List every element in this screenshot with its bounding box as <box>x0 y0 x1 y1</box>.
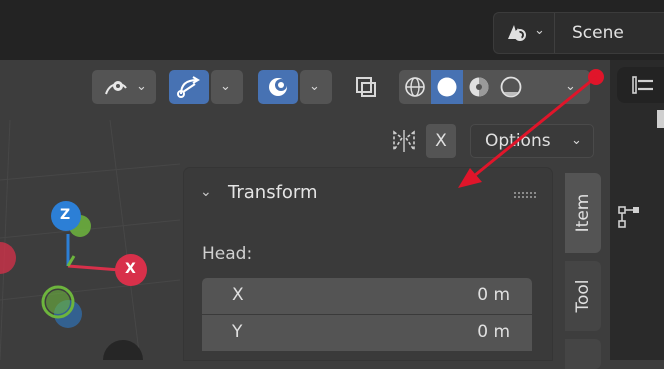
scene-icon <box>508 25 526 41</box>
shading-wireframe-button[interactable] <box>399 70 431 104</box>
xray-toggle-icon <box>356 77 376 97</box>
chevron-down-icon: ⌄ <box>136 79 147 94</box>
field-axis-label: Y <box>232 322 243 342</box>
outliner-icon-fragment <box>657 110 664 128</box>
transform-title: Transform <box>228 182 318 203</box>
shading-dropdown[interactable]: ⌄ <box>545 70 590 104</box>
field-value: 0 m <box>477 285 510 305</box>
overlay-toggle-icon <box>269 78 287 96</box>
overlay-toggle[interactable] <box>258 70 298 104</box>
mirror-butterfly-icon <box>393 130 415 153</box>
head-label: Head: <box>202 244 253 264</box>
chevron-down-icon: ⌄ <box>200 184 212 200</box>
rendered-sphere-icon <box>500 76 522 98</box>
gizmo-z-label: Z <box>60 207 71 223</box>
object-data-icon <box>618 206 639 228</box>
drag-grip-icon[interactable] <box>514 192 536 198</box>
shading-solid-button[interactable] <box>431 70 463 104</box>
chevron-down-icon: ⌄ <box>534 23 545 38</box>
shading-mode-group: ⌄ <box>399 70 590 104</box>
chevron-down-icon: ⌄ <box>565 79 576 94</box>
transform-panel-header[interactable]: ⌄ Transform <box>184 168 552 220</box>
sidebar-tabs: Item Tool <box>565 168 601 369</box>
shading-material-button[interactable] <box>463 70 495 104</box>
mirror-x-toggle[interactable]: X <box>426 124 456 158</box>
outliner-header[interactable] <box>617 67 664 103</box>
wireframe-sphere-icon <box>405 77 425 97</box>
field-value: 0 m <box>477 322 510 342</box>
overlay-dropdown[interactable]: ⌄ <box>300 70 332 104</box>
scene-selector[interactable]: ⌄ Scene <box>493 12 664 54</box>
properties-panel-edge <box>610 60 664 360</box>
solid-sphere-icon <box>437 77 457 97</box>
xray-toggle[interactable] <box>349 70 383 104</box>
options-label: Options <box>485 131 551 151</box>
tab-label: Tool <box>573 279 593 313</box>
gizmo-toggle-icon <box>177 76 200 98</box>
outliner-filter-icon <box>632 76 653 94</box>
tab-view[interactable] <box>565 339 601 369</box>
gizmo-toggle[interactable] <box>169 70 209 104</box>
material-sphere-icon <box>469 77 489 97</box>
visibility-dropdown[interactable]: ⌄ <box>92 70 156 104</box>
tab-tool[interactable]: Tool <box>565 261 601 331</box>
visibility-eye-icon <box>105 81 127 95</box>
gizmo-x-label: X <box>125 261 136 277</box>
chevron-down-icon: ⌄ <box>571 133 582 148</box>
options-dropdown[interactable]: Options ⌄ <box>470 124 594 158</box>
head-y-field[interactable]: Y 0 m <box>202 315 532 351</box>
chevron-down-icon: ⌄ <box>220 79 231 94</box>
chevron-down-icon: ⌄ <box>309 79 320 94</box>
shading-rendered-button[interactable] <box>495 70 527 104</box>
gizmo-dropdown[interactable]: ⌄ <box>211 70 243 104</box>
sidebar-n-panel: ⌄ Transform Head: X 0 m Y 0 m <box>184 168 552 360</box>
head-x-field[interactable]: X 0 m <box>202 278 532 314</box>
tab-item[interactable]: Item <box>565 173 601 253</box>
scene-name[interactable]: Scene <box>572 23 624 43</box>
divider <box>554 13 555 53</box>
tab-label: Item <box>573 193 593 233</box>
field-axis-label: X <box>232 285 244 305</box>
